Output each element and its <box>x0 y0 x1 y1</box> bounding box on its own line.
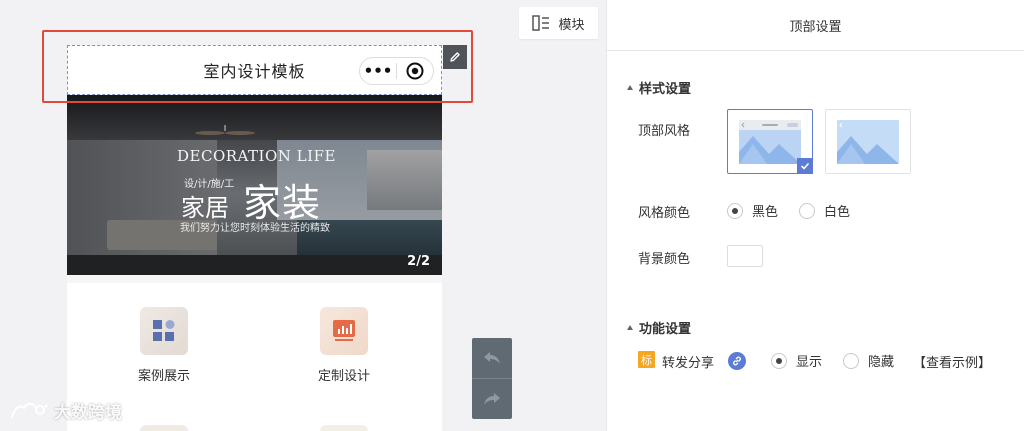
grid-label-case-showcase: 案例展示 <box>137 369 190 384</box>
grid-item-peek-left <box>140 425 188 431</box>
redo-button[interactable] <box>472 379 512 419</box>
style-option-light-bar[interactable] <box>727 109 813 174</box>
settings-panel: 顶部设置 样式设置 顶部风格 风格颜色 黑色 白色 背景颜色 功能设置 标 转发… <box>606 0 1024 431</box>
module-button[interactable]: 模块 <box>519 7 598 39</box>
selected-module-outline <box>42 30 473 103</box>
radio-share-show[interactable]: 显示 <box>771 351 822 370</box>
share-label: 转发分享 <box>662 356 715 371</box>
section-function-title: 功能设置 <box>639 322 692 337</box>
radio-color-black[interactable]: 黑色 <box>727 201 778 220</box>
bar-chart-icon <box>320 307 368 355</box>
watermark-logo-icon <box>11 402 48 418</box>
radio-color-white[interactable]: 白色 <box>799 201 850 220</box>
radio-share-show-label: 显示 <box>796 355 823 370</box>
radio-color-black-label: 黑色 <box>752 205 779 220</box>
style-color-label: 风格颜色 <box>638 206 691 221</box>
top-style-label: 顶部风格 <box>638 124 691 139</box>
radio-dot <box>799 202 815 219</box>
panel-header: 顶部设置 <box>607 0 1024 51</box>
module-button-label: 模块 <box>558 17 585 33</box>
style-option-transparent[interactable] <box>825 109 911 174</box>
tag-badge: 标 <box>638 351 655 368</box>
radio-dot <box>727 202 743 219</box>
grid-item-case-showcase[interactable]: 案例展示 <box>104 307 224 384</box>
bg-color-label: 背景颜色 <box>638 252 691 267</box>
radio-dot <box>771 352 787 369</box>
module-layout-icon <box>532 15 550 31</box>
radio-share-hide-label: 隐藏 <box>868 355 895 370</box>
undo-button[interactable] <box>472 338 512 378</box>
banner-slogan: 我们努力让您时刻体验生活的精致 <box>180 223 330 234</box>
edit-pencil-button[interactable] <box>443 45 467 69</box>
radio-share-hide[interactable]: 隐藏 <box>843 351 894 370</box>
collapse-triangle-icon <box>627 85 633 90</box>
collapse-triangle-icon <box>627 325 633 330</box>
radio-color-white-label: 白色 <box>824 205 851 220</box>
link-icon[interactable] <box>728 352 746 370</box>
section-function-settings[interactable]: 功能设置 <box>627 318 691 337</box>
undo-arrow-icon <box>484 352 500 364</box>
section-style-settings[interactable]: 样式设置 <box>627 78 691 97</box>
selected-check-icon <box>797 158 813 174</box>
banner-carousel[interactable]: DECORATION LIFE 设/计/施/工 家居 家装 我们努力让您时刻体验… <box>67 95 442 275</box>
grid-label-custom-design: 定制设计 <box>317 369 370 384</box>
view-example-link[interactable]: 【查看示例】 <box>913 352 991 371</box>
editor-canvas: 模块 室内设计模板 ••• DECORATION LIFE 设/计/施/工 家居… <box>0 0 606 431</box>
redo-arrow-icon <box>484 393 500 405</box>
grid-item-custom-design[interactable]: 定制设计 <box>284 307 404 384</box>
style-light-bar-thumbnail <box>739 120 801 164</box>
pencil-icon <box>450 52 460 62</box>
banner-page-counter: 2/2 <box>407 254 430 269</box>
grid-apps-icon <box>140 307 188 355</box>
watermark: 大数跨境 <box>10 398 122 423</box>
banner-headline: DECORATION LIFE <box>177 147 336 165</box>
grid-item-peek-right <box>320 425 368 431</box>
style-transparent-thumbnail <box>837 120 899 164</box>
undo-redo-toolbar <box>472 338 512 419</box>
banner-word-home: 家居 <box>181 194 229 222</box>
section-style-title: 样式设置 <box>639 82 692 97</box>
bg-color-picker[interactable] <box>727 245 763 267</box>
watermark-text: 大数跨境 <box>54 403 122 423</box>
section-divider <box>67 275 442 283</box>
panel-title: 顶部设置 <box>789 19 842 35</box>
radio-dot <box>843 352 859 369</box>
